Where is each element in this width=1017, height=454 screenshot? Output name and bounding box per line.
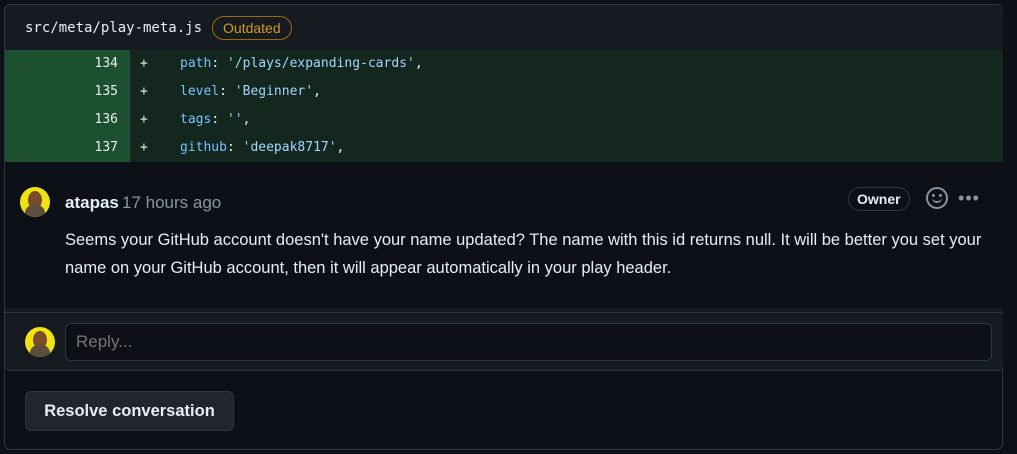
avatar-body bbox=[30, 345, 50, 357]
author-avatar[interactable] bbox=[20, 187, 50, 217]
code-line: + level: 'Beginner', bbox=[130, 78, 1003, 106]
review-thread: src/meta/play-meta.js Outdated 134 + path… bbox=[5, 5, 1003, 371]
resolve-conversation-button[interactable]: Resolve conversation bbox=[25, 391, 234, 431]
diff-row: 135 + level: 'Beginner', bbox=[5, 78, 1003, 106]
diff-hunk: 134 + path: '/plays/expanding-cards', 135… bbox=[5, 50, 1003, 162]
outdated-badge: Outdated bbox=[212, 15, 292, 40]
review-thread-container: src/meta/play-meta.js Outdated 134 + path… bbox=[4, 4, 1003, 450]
line-number[interactable]: 134 bbox=[5, 50, 130, 78]
line-number[interactable]: 137 bbox=[5, 134, 130, 162]
code-key: tags bbox=[180, 112, 212, 127]
diff-row: 134 + path: '/plays/expanding-cards', bbox=[5, 50, 1003, 78]
smiley-icon[interactable] bbox=[926, 187, 948, 209]
review-comment: atapas 17 hours ago Owner ••• Seems your… bbox=[5, 162, 1003, 308]
reply-input[interactable] bbox=[65, 323, 992, 361]
file-path-link[interactable]: src/meta/play-meta.js bbox=[25, 20, 202, 36]
diff-row: 136 + tags: '', bbox=[5, 106, 1003, 134]
file-header: src/meta/play-meta.js Outdated bbox=[5, 5, 1003, 50]
code-string: 'deepak8717' bbox=[242, 140, 337, 155]
comment-timestamp-link[interactable]: 17 hours ago bbox=[122, 193, 221, 213]
code-line: + github: 'deepak8717', bbox=[130, 134, 1003, 162]
diff-row: 137 + github: 'deepak8717', bbox=[5, 134, 1003, 162]
owner-badge: Owner bbox=[848, 187, 910, 211]
code-string: '' bbox=[226, 112, 243, 127]
avatar-body bbox=[25, 205, 45, 217]
code-key: level bbox=[180, 84, 220, 99]
diff-added-sign: + bbox=[140, 140, 148, 155]
line-number[interactable]: 136 bbox=[5, 106, 130, 134]
kebab-horizontal-icon[interactable]: ••• bbox=[957, 187, 981, 209]
diff-added-sign: + bbox=[140, 56, 148, 71]
diff-added-sign: + bbox=[140, 112, 148, 127]
current-user-avatar[interactable] bbox=[25, 327, 55, 357]
comment-author-link[interactable]: atapas bbox=[65, 193, 119, 213]
code-key: path bbox=[180, 56, 212, 71]
diff-added-sign: + bbox=[140, 84, 148, 99]
code-string: 'Beginner' bbox=[234, 84, 314, 99]
code-line: + path: '/plays/expanding-cards', bbox=[130, 50, 1003, 78]
code-line: + tags: '', bbox=[130, 106, 1003, 134]
line-number[interactable]: 135 bbox=[5, 78, 130, 106]
code-string: '/plays/expanding-cards' bbox=[226, 56, 415, 71]
comment-body: Seems your GitHub account doesn't have y… bbox=[65, 231, 982, 277]
code-key: github bbox=[180, 140, 227, 155]
reply-bar bbox=[5, 312, 1003, 370]
